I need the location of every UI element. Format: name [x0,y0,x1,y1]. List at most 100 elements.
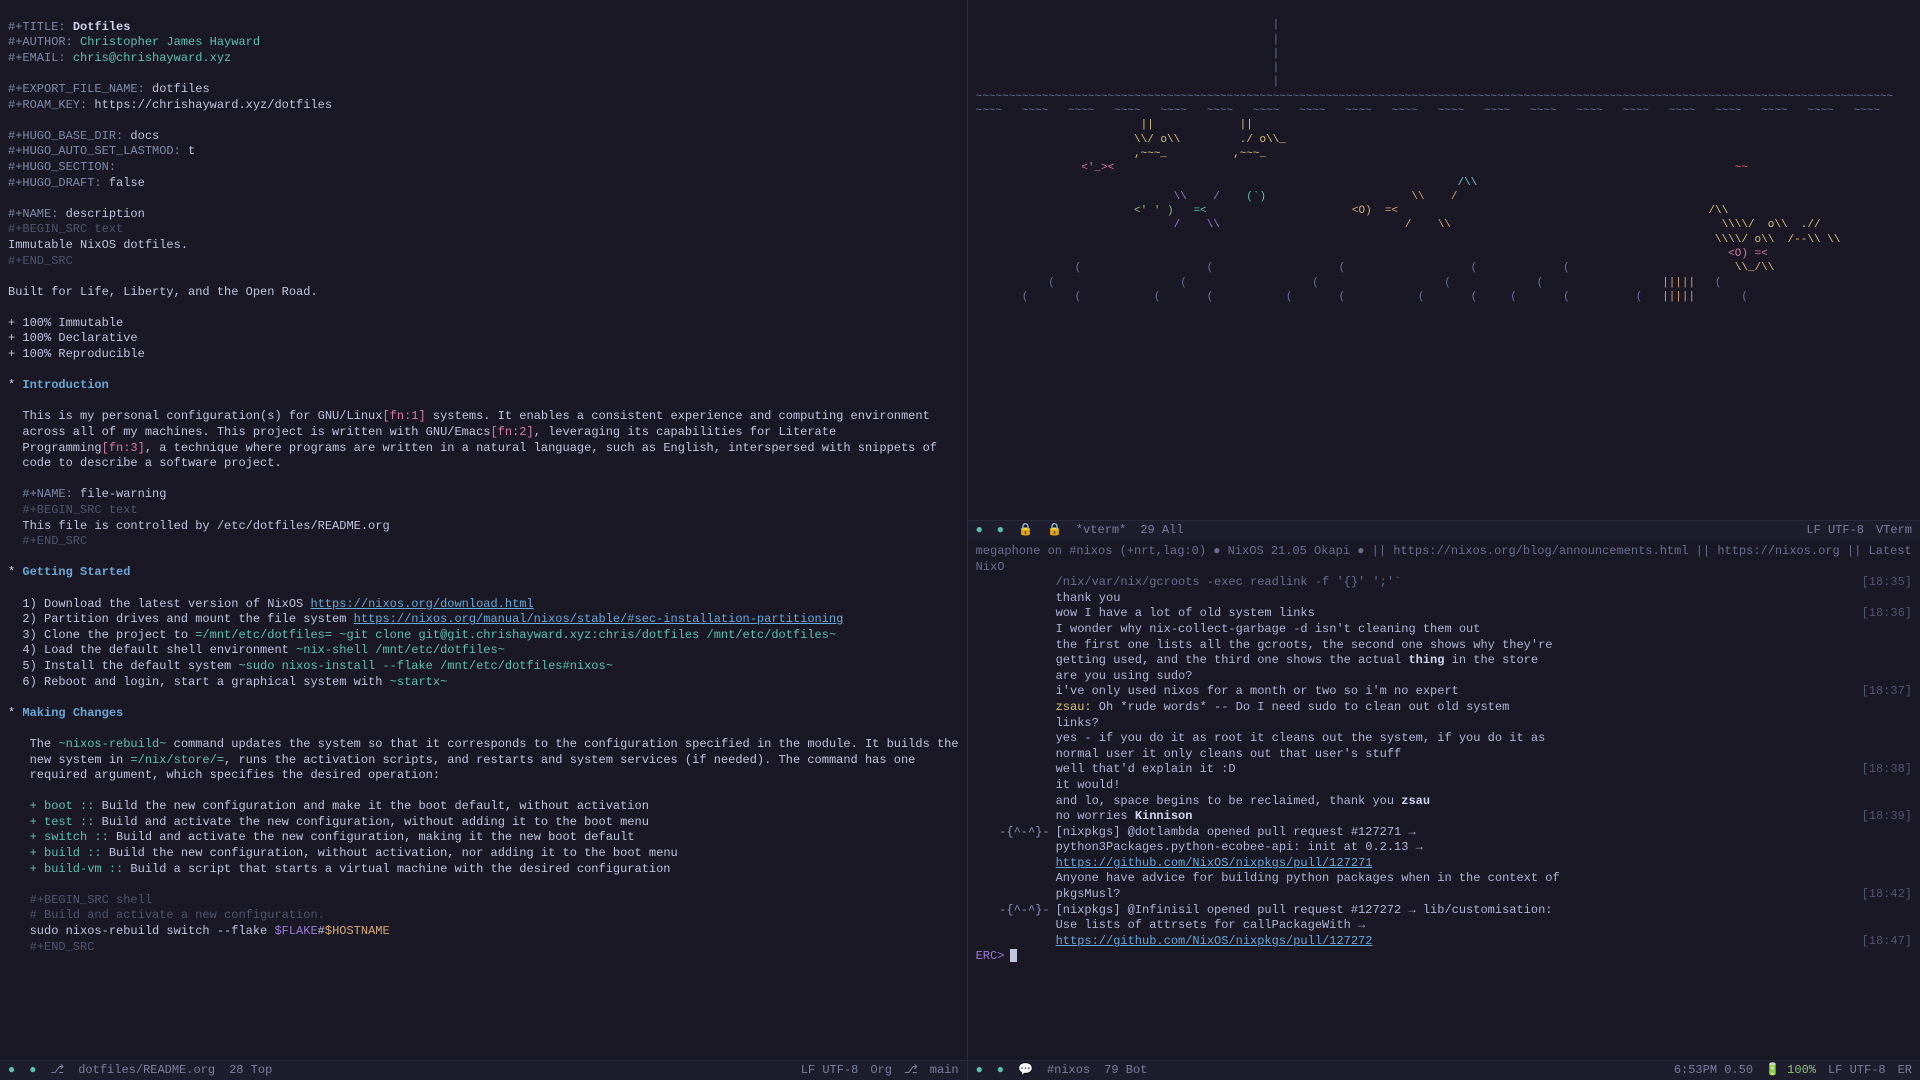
editor-modeline: ● ● ⎇ dotfiles/README.org 28 Top LF UTF-… [0,1060,967,1080]
irc-nick [976,809,1056,825]
irc-nick: -{^-^}- [976,825,1056,841]
irc-message: python3Packages.python-ecobee-api: init … [1056,840,1912,856]
irc-link[interactable]: https://github.com/NixOS/nixpkgs/pull/12… [1056,934,1373,948]
irc-message: Anyone have advice for building python p… [1056,871,1912,887]
step-text: 5) Install the default system [8,659,238,673]
footnote-ref[interactable]: [fn:1] [382,409,425,423]
irc-line: yes - if you do it as root it cleans out… [976,731,1912,747]
startx-cmd: ~startx~ [390,675,448,689]
irc-link[interactable]: https://github.com/NixOS/nixpkgs/pull/12… [1056,856,1373,870]
major-mode[interactable]: ER [1898,1063,1912,1079]
irc-message: and lo, space begins to be reclaimed, th… [1056,794,1912,810]
irc-timestamp: [18:42] [1852,887,1912,903]
irc-timestamp: [18:36] [1852,606,1912,622]
dot-icon: ● [976,1063,983,1079]
irc-nick [976,778,1056,794]
irc-indent [976,856,1056,872]
block-name-value: file-warning [80,487,166,501]
buffer-position: 79 Bot [1104,1063,1147,1079]
irc-line: no worries Kinnison[18:39] [976,809,1912,825]
irc-message: well that'd explain it :D [1056,762,1852,778]
op-key: + test :: [8,815,102,829]
irc-message: the first one lists all the gcroots, the… [1056,638,1912,654]
chat-icon: 💬 [1018,1063,1033,1079]
hugo-base-value: docs [130,129,159,143]
heading-changes[interactable]: Making Changes [22,706,123,720]
irc-nick [976,669,1056,685]
end-src: #+END_SRC [8,534,87,548]
heading-started[interactable]: Getting Started [22,565,130,579]
src-body: This file is controlled by /etc/dotfiles… [8,519,390,533]
irc-indent [976,918,1056,934]
footnote-ref[interactable]: [fn:2] [490,425,533,439]
buffer-position: 29 All [1140,523,1183,539]
irc-line: Anyone have advice for building python p… [976,871,1912,887]
roam-value: https://chrishayward.xyz/dotfiles [94,98,332,112]
major-mode[interactable]: VTerm [1876,523,1912,539]
op-key: + build-vm :: [8,862,130,876]
irc-sub: /nix/var/nix/gcroots -exec readlink -f '… [1056,575,1402,591]
intro-text: This is my personal configuration(s) for… [8,409,382,423]
irc-message: no worries Kinnison [1056,809,1852,825]
irc-nick [976,700,1056,716]
download-link[interactable]: https://nixos.org/download.html [310,597,533,611]
major-mode[interactable]: Org [870,1063,892,1079]
src-body: Immutable NixOS dotfiles. [8,238,188,252]
meta-key: #+HUGO_DRAFT: [8,176,102,190]
manual-link[interactable]: https://nixos.org/manual/nixos/stable/#s… [354,612,844,626]
irc-message: Use lists of attrsets for callPackageWit… [1056,918,1912,934]
op-desc: Build the new configuration and make it … [102,799,649,813]
meta-key: #+TITLE: [8,20,66,34]
heading-intro[interactable]: Introduction [22,378,108,392]
editor-buffer[interactable]: #+TITLE: Dotfiles #+AUTHOR: Christopher … [0,0,967,1060]
shell-comment: # Build and activate a new configuration… [8,908,325,922]
op-desc: Build and activate the new configuration… [116,830,634,844]
vterm-buffer[interactable]: | | | | | ~~~~~~~~~~ [968,0,1920,520]
meta-key: #+EMAIL: [8,51,66,65]
meta-key: #+ROAM_KEY: [8,98,87,112]
irc-message: i've only used nixos for a month or two … [1056,684,1852,700]
irc-message: https://github.com/NixOS/nixpkgs/pull/12… [1056,934,1852,950]
irc-indent [976,653,1056,669]
feature-item: + 100% Immutable [8,316,123,330]
irc-indent [976,934,1056,950]
buffer-name[interactable]: #nixos [1047,1063,1090,1079]
footnote-ref[interactable]: [fn:3] [102,441,145,455]
op-key: + switch :: [8,830,116,844]
branch-name[interactable]: main [930,1063,959,1079]
irc-line: and lo, space begins to be reclaimed, th… [976,794,1912,810]
irc-nick [976,684,1056,700]
irc-line: https://github.com/NixOS/nixpkgs/pull/12… [976,934,1912,950]
buffer-name[interactable]: *vterm* [1076,523,1126,539]
email-value: chris@chrishayward.xyz [73,51,231,65]
lock-icon: 🔒 [1018,523,1033,539]
block-name-key: #+NAME: [8,487,73,501]
hugo-draft-value: false [109,176,145,190]
meta-key: #+EXPORT_FILE_NAME: [8,82,145,96]
irc-indent [976,747,1056,763]
encoding: LF UTF-8 [1806,523,1864,539]
irc-line: getting used, and the third one shows th… [976,653,1912,669]
irc-buffer[interactable]: megaphone on #nixos (+nrt,lag:0) ● NixOS… [968,540,1920,1060]
irc-message: pkgsMusl? [1056,887,1852,903]
title-value: Dotfiles [73,20,131,34]
irc-message: I wonder why nix-collect-garbage -d isn'… [1056,622,1912,638]
author-value: Christopher James Hayward [80,35,260,49]
buffer-name[interactable]: dotfiles/README.org [78,1063,215,1079]
changes-text: The [8,737,58,751]
irc-nick [976,762,1056,778]
op-desc: Build the new configuration, without act… [109,846,678,860]
irc-line: -{^-^}-[nixpkgs] @Infinisil opened pull … [976,903,1912,919]
heading-bullet: * [8,706,15,720]
step-text: 3) Clone the project to [8,628,195,642]
irc-nick [976,591,1056,607]
irc-line: the first one lists all the gcroots, the… [976,638,1912,654]
encoding: LF UTF-8 [801,1063,859,1079]
irc-nick [976,794,1056,810]
clone-cmd: ~git clone git@git.chrishayward.xyz:chri… [332,628,836,642]
op-desc: Build a script that starts a virtual mac… [130,862,670,876]
irc-line: https://github.com/NixOS/nixpkgs/pull/12… [976,856,1912,872]
irc-message: getting used, and the third one shows th… [1056,653,1912,669]
erc-input-line[interactable]: ERC> [976,949,1912,965]
flake-var: $FLAKE [274,924,317,938]
